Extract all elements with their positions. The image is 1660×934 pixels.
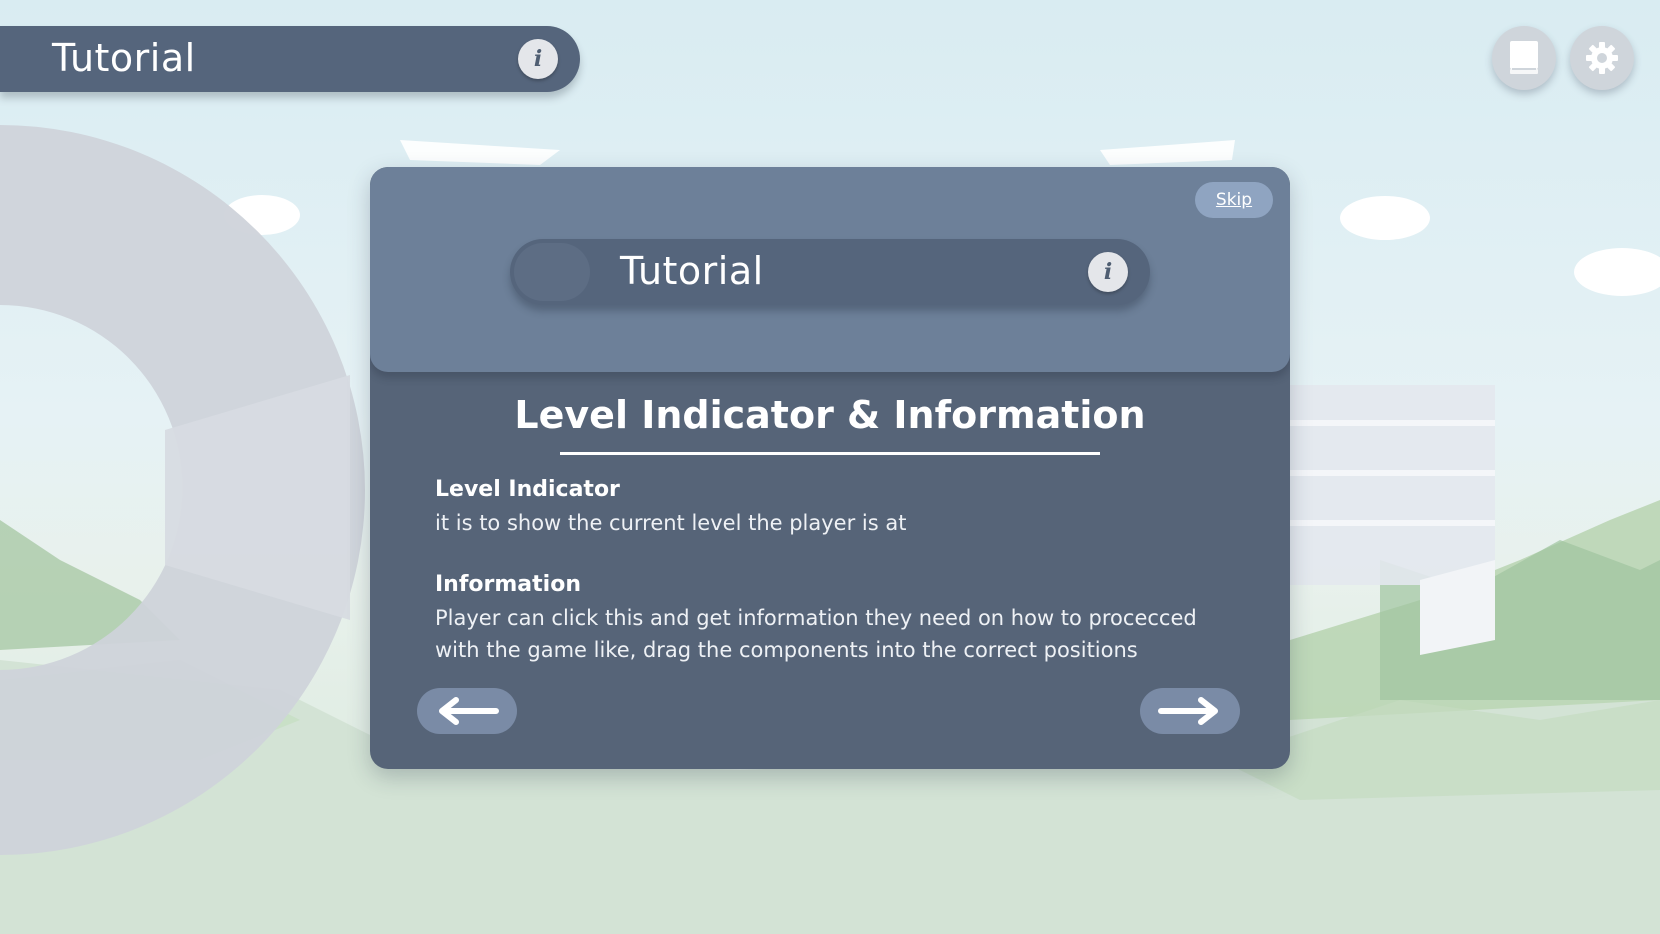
arrow-left-icon bbox=[439, 697, 499, 725]
previous-button[interactable] bbox=[417, 688, 517, 734]
section-body-information: Player can click this and get informatio… bbox=[435, 606, 1197, 662]
arrow-right-icon bbox=[1158, 697, 1218, 725]
tutorial-dialog: Skip Tutorial i Level Indicator & Inform… bbox=[370, 167, 1290, 769]
gear-icon bbox=[1586, 42, 1618, 74]
book-icon bbox=[1510, 41, 1538, 74]
settings-button[interactable] bbox=[1570, 26, 1634, 90]
book-button[interactable] bbox=[1492, 26, 1556, 90]
heading-underline bbox=[560, 452, 1100, 455]
dialog-heading: Level Indicator & Information bbox=[514, 393, 1146, 437]
level-title: Tutorial bbox=[52, 36, 196, 80]
dialog-header: Skip Tutorial i bbox=[370, 167, 1290, 372]
level-indicator-bar: Tutorial i bbox=[0, 26, 580, 92]
next-button[interactable] bbox=[1140, 688, 1240, 734]
preview-knob bbox=[514, 243, 590, 301]
preview-info-icon: i bbox=[1088, 252, 1128, 292]
skip-button[interactable]: Skip bbox=[1195, 182, 1273, 218]
level-indicator-preview: Tutorial i bbox=[510, 239, 1150, 305]
section-title-level-indicator: Level Indicator bbox=[435, 477, 620, 502]
preview-title: Tutorial bbox=[620, 249, 764, 293]
section-title-information: Information bbox=[435, 572, 581, 597]
section-body-level-indicator: it is to show the current level the play… bbox=[435, 511, 907, 535]
info-icon-button[interactable]: i bbox=[518, 39, 558, 79]
